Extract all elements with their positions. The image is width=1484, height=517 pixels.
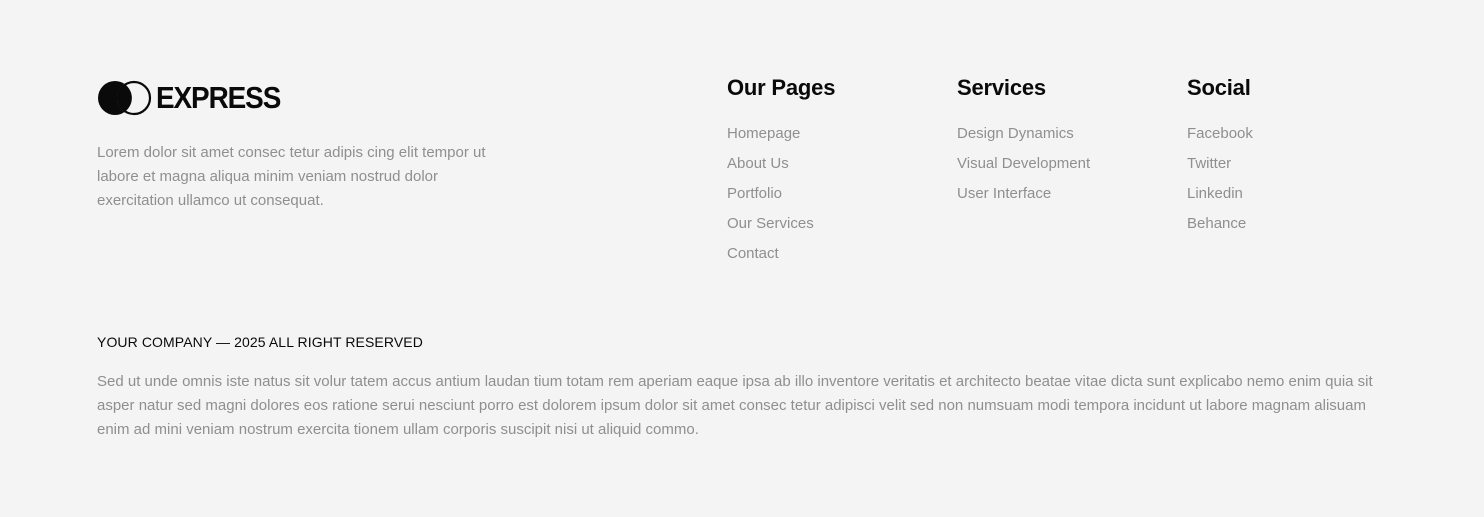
site-footer: EXPRESS Lorem dolor sit amet consec tetu…: [0, 0, 1484, 517]
footer-link-user-interface[interactable]: User Interface: [957, 179, 1090, 209]
footer-column-services: Services Design Dynamics Visual Developm…: [957, 74, 1090, 209]
footer-link-portfolio[interactable]: Portfolio: [727, 179, 835, 209]
footer-link-about-us[interactable]: About Us: [727, 149, 835, 179]
brand-block: EXPRESS Lorem dolor sit amet consec tetu…: [97, 80, 517, 213]
footer-link-behance[interactable]: Behance: [1187, 209, 1253, 239]
footer-link-visual-development[interactable]: Visual Development: [957, 149, 1090, 179]
footer-link-facebook[interactable]: Facebook: [1187, 119, 1253, 149]
logo-wordmark: EXPRESS: [156, 80, 281, 115]
logo[interactable]: EXPRESS: [97, 80, 517, 116]
footer-column-pages: Our Pages Homepage About Us Portfolio Ou…: [727, 74, 835, 269]
footer-link-contact[interactable]: Contact: [727, 239, 835, 269]
footer-description: Sed ut unde omnis iste natus sit volur t…: [97, 373, 1373, 438]
footer-link-linkedin[interactable]: Linkedin: [1187, 179, 1253, 209]
footer-link-design-dynamics[interactable]: Design Dynamics: [957, 119, 1090, 149]
column-title-services: Services: [957, 75, 1046, 100]
footer-link-twitter[interactable]: Twitter: [1187, 149, 1253, 179]
footer-link-homepage[interactable]: Homepage: [727, 119, 835, 149]
column-title-social: Social: [1187, 75, 1251, 100]
services-link-list: Design Dynamics Visual Development User …: [957, 119, 1090, 209]
brand-description: Lorem dolor sit amet consec tetur adipis…: [97, 144, 486, 209]
column-title-pages: Our Pages: [727, 75, 836, 100]
pages-link-list: Homepage About Us Portfolio Our Services…: [727, 119, 835, 269]
footer-column-social: Social Facebook Twitter Linkedin Behance: [1187, 74, 1253, 239]
social-link-list: Facebook Twitter Linkedin Behance: [1187, 119, 1253, 239]
copyright-text: YOUR COMPANY — 2025 ALL RIGHT RESERVED: [97, 334, 423, 350]
overlapping-circles-logo-icon: [98, 80, 152, 116]
footer-link-our-services[interactable]: Our Services: [727, 209, 835, 239]
